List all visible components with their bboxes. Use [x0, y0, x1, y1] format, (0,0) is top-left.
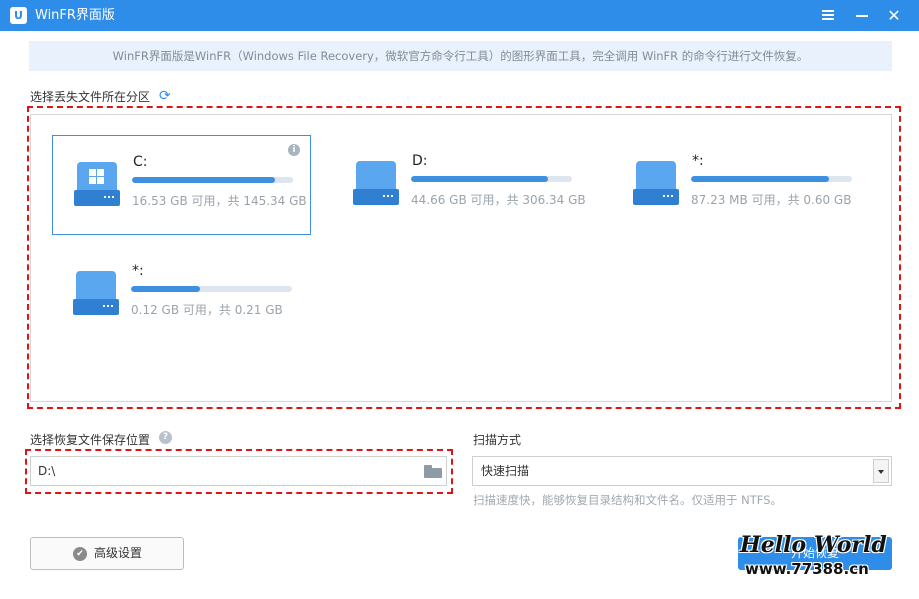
usage-fill	[691, 176, 830, 182]
drive-list-panel: C: 16.53 GB 可用，共 145.34 GB i D: 44.66 GB…	[30, 114, 892, 402]
drive-size: 44.66 GB 可用，共 306.34 GB	[411, 193, 586, 207]
drive-letter: *:	[132, 263, 144, 279]
usage-bar	[691, 176, 852, 182]
save-location-label: 选择恢复文件保存位置	[30, 433, 151, 447]
scan-mode-select[interactable]: 快速扫描	[472, 456, 892, 486]
chevron-down-icon[interactable]	[873, 459, 889, 483]
drive-card[interactable]: D: 44.66 GB 可用，共 306.34 GB	[332, 135, 591, 235]
window-title: WinFR界面版	[35, 8, 115, 23]
folder-icon[interactable]	[424, 465, 442, 478]
disk-icon	[353, 161, 399, 207]
app-logo-icon: U	[10, 7, 27, 24]
usage-bar	[131, 286, 292, 292]
system-disk-icon	[74, 162, 120, 208]
help-icon[interactable]: ?	[159, 431, 172, 444]
gear-icon: ✔	[73, 547, 87, 561]
info-banner: WinFR界面版是WinFR（Windows File Recovery，微软官…	[29, 41, 892, 71]
watermark-url: www.77388.cn	[745, 560, 869, 578]
advanced-settings-label: 高级设置	[94, 546, 143, 560]
refresh-icon[interactable]: ⟳	[159, 88, 175, 104]
usage-bar	[132, 177, 293, 183]
scan-mode-label: 扫描方式	[473, 433, 522, 447]
drive-card[interactable]: *: 0.12 GB 可用，共 0.21 GB	[52, 245, 311, 345]
drive-letter: C:	[133, 154, 148, 170]
usage-fill	[132, 177, 275, 183]
usage-fill	[131, 286, 201, 292]
disk-icon	[73, 271, 119, 317]
drive-letter: *:	[692, 153, 704, 169]
advanced-settings-button[interactable]: ✔ 高级设置	[30, 537, 184, 570]
drive-card[interactable]: C: 16.53 GB 可用，共 145.34 GB i	[52, 135, 311, 235]
drive-size: 0.12 GB 可用，共 0.21 GB	[131, 303, 283, 317]
partition-section-label: 选择丢失文件所在分区	[30, 90, 151, 104]
drive-size: 16.53 GB 可用，共 145.34 GB	[132, 194, 307, 208]
close-icon[interactable]: ✕	[879, 0, 909, 31]
watermark-text: Hello World	[740, 532, 887, 558]
drive-card[interactable]: *: 87.23 MB 可用，共 0.60 GB	[612, 135, 871, 235]
usage-fill	[411, 176, 549, 182]
menu-icon[interactable]	[813, 0, 843, 31]
save-path-value: D:\	[38, 464, 56, 478]
drive-size: 87.23 MB 可用，共 0.60 GB	[691, 193, 852, 207]
info-icon[interactable]: i	[288, 144, 300, 156]
disk-icon	[633, 161, 679, 207]
drive-letter: D:	[412, 153, 428, 169]
minimize-icon[interactable]	[847, 0, 877, 31]
title-bar: U WinFR界面版 ✕	[0, 0, 919, 31]
scan-mode-description: 扫描速度快，能够恢复目录结构和文件名。仅适用于 NTFS。	[473, 493, 782, 507]
windows-logo-icon	[89, 169, 105, 185]
save-path-input[interactable]: D:\	[30, 456, 447, 486]
scan-mode-value: 快速扫描	[481, 464, 530, 478]
usage-bar	[411, 176, 572, 182]
